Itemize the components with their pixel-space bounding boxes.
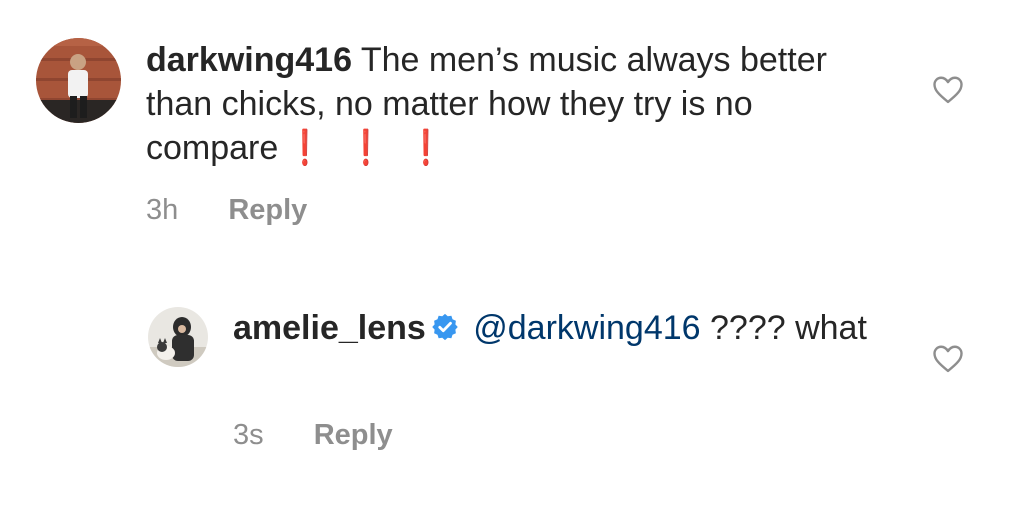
verified-badge-icon	[430, 309, 460, 353]
comment-text: darkwing416 The men’s music always bette…	[146, 38, 886, 170]
username[interactable]: amelie_lens	[233, 309, 426, 347]
comment-message: ???? what	[710, 309, 867, 347]
reply-button[interactable]: Reply	[314, 419, 393, 451]
heart-outline-icon[interactable]	[930, 340, 966, 376]
comment-text: amelie_lens @darkwing416 ???? what	[233, 306, 873, 353]
comment-meta: 3h Reply	[146, 192, 307, 228]
avatar[interactable]	[148, 307, 208, 367]
username[interactable]: darkwing416	[146, 41, 352, 79]
timestamp: 3s	[233, 419, 264, 451]
comment-meta: 3s Reply	[233, 417, 393, 453]
exclamation-emoji: ❗	[411, 129, 441, 167]
exclamation-emoji: ❗	[350, 129, 381, 167]
comment-darkwing416: darkwing416 The men’s music always bette…	[0, 0, 1024, 250]
exclamation-emoji: ❗	[290, 129, 321, 167]
timestamp: 3h	[146, 194, 179, 226]
comment-amelie-lens: amelie_lens @darkwing416 ???? what 3s Re…	[0, 250, 1024, 514]
reply-button[interactable]: Reply	[228, 194, 307, 226]
avatar[interactable]	[36, 38, 121, 123]
mention-link[interactable]: @darkwing416	[473, 309, 700, 347]
heart-outline-icon[interactable]	[930, 71, 966, 107]
